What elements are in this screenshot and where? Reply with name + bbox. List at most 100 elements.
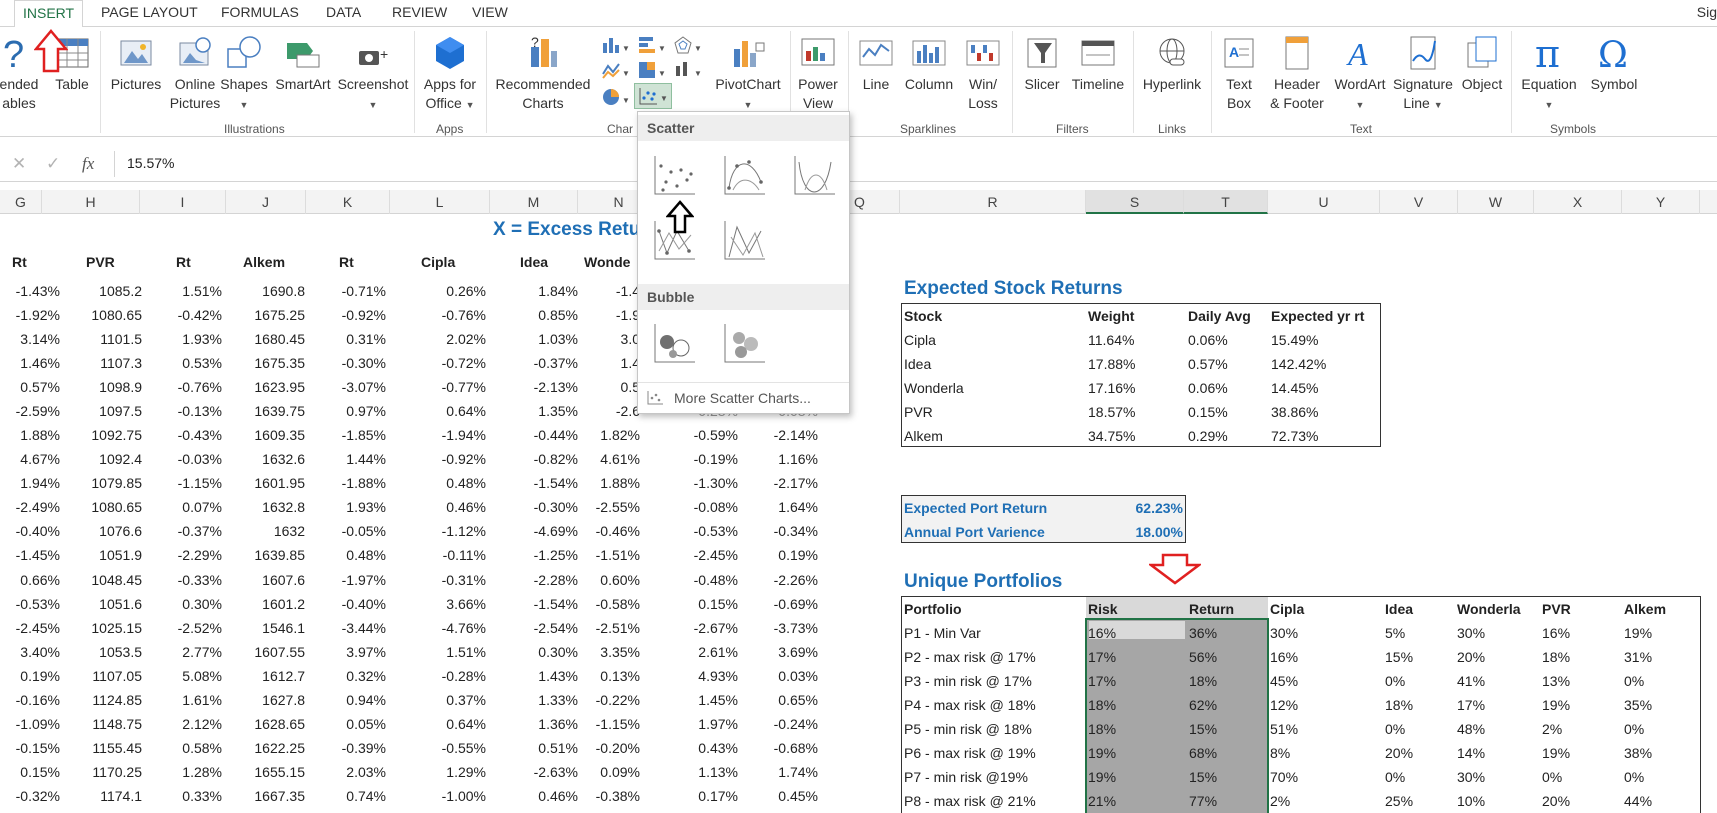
expected-returns-cell[interactable]: 0.29%: [1188, 425, 1228, 447]
data-cell[interactable]: -0.28%: [406, 665, 486, 687]
data-cell[interactable]: 1.46%: [0, 352, 60, 374]
formula-input[interactable]: 15.57%: [114, 151, 1717, 177]
portfolio-cell[interactable]: 15%: [1385, 646, 1413, 668]
portfolio-name[interactable]: P2 - max risk @ 17%: [904, 646, 1036, 668]
portfolio-cell[interactable]: 38%: [1624, 742, 1652, 764]
column-label-1[interactable]: PVR: [86, 251, 115, 273]
data-cell[interactable]: 0.32%: [306, 665, 386, 687]
data-cell[interactable]: -0.77%: [406, 376, 486, 398]
recommended-charts-button[interactable]: ? Recommended Charts: [489, 33, 597, 113]
data-cell[interactable]: 1.93%: [306, 496, 386, 518]
data-cell[interactable]: 4.93%: [658, 665, 738, 687]
data-cell[interactable]: -0.16%: [0, 689, 60, 711]
timeline-button[interactable]: Timeline: [1068, 33, 1128, 94]
portfolio-cell[interactable]: 0%: [1542, 766, 1562, 788]
data-cell[interactable]: 1.44%: [306, 448, 386, 470]
data-cell[interactable]: -1.92%: [0, 304, 60, 326]
pie-chart-icon[interactable]: ▼: [601, 87, 631, 107]
data-cell[interactable]: -1.15%: [560, 713, 640, 735]
data-cell[interactable]: 1.82%: [560, 424, 640, 446]
portfolio-name[interactable]: P7 - min risk @19%: [904, 766, 1028, 788]
data-cell[interactable]: -0.42%: [142, 304, 222, 326]
account-name[interactable]: Sig: [1697, 4, 1717, 20]
data-cell[interactable]: -2.59%: [0, 400, 60, 422]
data-cell[interactable]: 0.53%: [142, 352, 222, 374]
data-cell[interactable]: -0.20%: [560, 737, 640, 759]
data-cell[interactable]: 1601.95: [225, 472, 305, 494]
data-cell[interactable]: -0.24%: [738, 713, 818, 735]
data-cell[interactable]: -0.37%: [142, 520, 222, 542]
tab-page-layout[interactable]: PAGE LAYOUT: [101, 4, 198, 20]
data-cell[interactable]: 0.15%: [658, 593, 738, 615]
data-cell[interactable]: -2.26%: [738, 569, 818, 591]
portfolio-name[interactable]: P5 - min risk @ 18%: [904, 718, 1032, 740]
data-cell[interactable]: 1680.45: [225, 328, 305, 350]
column-header-x[interactable]: X: [1534, 190, 1622, 214]
tab-insert[interactable]: INSERT: [14, 0, 84, 27]
data-cell[interactable]: -0.69%: [738, 593, 818, 615]
column-chart-icon[interactable]: ▼: [601, 35, 631, 55]
expected-returns-header[interactable]: Stock: [904, 305, 942, 327]
scatter-straight-lines-icon[interactable]: [721, 217, 769, 265]
data-cell[interactable]: 0.65%: [738, 689, 818, 711]
data-cell[interactable]: -1.97%: [306, 569, 386, 591]
portfolio-cell[interactable]: 68%: [1189, 742, 1217, 764]
data-cell[interactable]: -1.4: [560, 280, 640, 302]
data-cell[interactable]: -0.40%: [306, 593, 386, 615]
portfolio-cell[interactable]: 77%: [1189, 790, 1217, 812]
scatter-markers-only-icon[interactable]: [651, 152, 699, 200]
expected-returns-header[interactable]: Weight: [1088, 305, 1134, 327]
data-cell[interactable]: 0.64%: [406, 713, 486, 735]
expected-returns-cell[interactable]: 72.73%: [1271, 425, 1318, 447]
column-header-j[interactable]: J: [226, 190, 306, 214]
data-cell[interactable]: 0.57%: [0, 376, 60, 398]
portfolio-cell[interactable]: 20%: [1385, 742, 1413, 764]
sheet-title[interactable]: X = Excess Retu: [493, 219, 640, 241]
screenshot-button[interactable]: + Screenshot ▼: [336, 33, 410, 115]
portfolio-cell[interactable]: 13%: [1542, 670, 1570, 692]
expected-returns-cell[interactable]: Idea: [904, 353, 931, 375]
data-cell[interactable]: -0.34%: [738, 520, 818, 542]
portfolio-cell[interactable]: 18%: [1088, 718, 1116, 740]
data-cell[interactable]: -1.94%: [406, 424, 486, 446]
data-cell[interactable]: 0.45%: [738, 785, 818, 807]
line-chart-icon[interactable]: ▼: [601, 60, 631, 80]
portfolio-cell[interactable]: 31%: [1624, 646, 1652, 668]
wordart-button[interactable]: A WordArt ▼: [1330, 33, 1390, 115]
sparkline-winloss-button[interactable]: Win/ Loss: [963, 33, 1003, 113]
data-cell[interactable]: -2.67%: [658, 617, 738, 639]
data-cell[interactable]: 1.64%: [738, 496, 818, 518]
pivotchart-button[interactable]: PivotChart ▼: [709, 33, 787, 115]
data-cell[interactable]: 1.94%: [0, 472, 60, 494]
data-cell[interactable]: 1098.9: [62, 376, 142, 398]
data-cell[interactable]: 1079.85: [62, 472, 142, 494]
expected-returns-cell[interactable]: 18.57%: [1088, 401, 1135, 423]
data-cell[interactable]: 1612.7: [225, 665, 305, 687]
data-cell[interactable]: 5.08%: [142, 665, 222, 687]
expected-port-return-label[interactable]: Expected Port Return: [904, 497, 1047, 519]
data-cell[interactable]: 2.02%: [406, 328, 486, 350]
data-cell[interactable]: -0.30%: [306, 352, 386, 374]
data-cell[interactable]: -0.15%: [0, 737, 60, 759]
expected-returns-title[interactable]: Expected Stock Returns: [904, 278, 1123, 300]
column-header-l[interactable]: L: [390, 190, 490, 214]
data-cell[interactable]: -0.58%: [560, 593, 640, 615]
data-cell[interactable]: -0.05%: [306, 520, 386, 542]
data-cell[interactable]: 3.40%: [0, 641, 60, 663]
data-cell[interactable]: 0.33%: [142, 785, 222, 807]
data-cell[interactable]: 1675.25: [225, 304, 305, 326]
scatter-chart-button[interactable]: ▼: [634, 83, 672, 109]
portfolio-cell[interactable]: 17%: [1457, 694, 1485, 716]
portfolio-cell[interactable]: 16%: [1270, 646, 1298, 668]
data-cell[interactable]: 1601.2: [225, 593, 305, 615]
expected-returns-cell[interactable]: Alkem: [904, 425, 943, 447]
data-cell[interactable]: 1.61%: [142, 689, 222, 711]
portfolio-name[interactable]: P8 - max risk @ 21%: [904, 790, 1036, 812]
data-cell[interactable]: 1632: [225, 520, 305, 542]
portfolio-cell[interactable]: 0%: [1624, 718, 1644, 740]
data-cell[interactable]: 1.51%: [142, 280, 222, 302]
smartart-button[interactable]: SmartArt: [271, 33, 335, 94]
data-cell[interactable]: -1.30%: [658, 472, 738, 494]
symbol-button[interactable]: Ω Symbol: [1586, 33, 1642, 94]
portfolio-cell[interactable]: 17%: [1088, 646, 1116, 668]
